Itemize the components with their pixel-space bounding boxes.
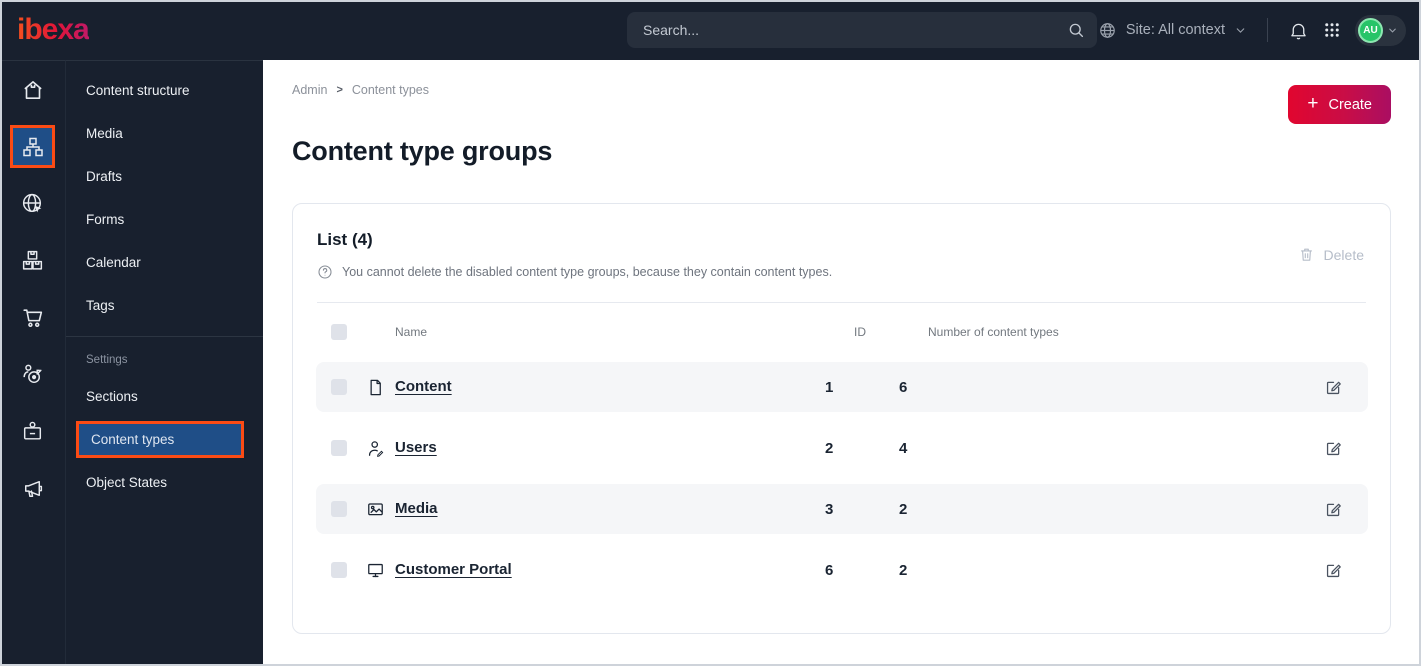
avatar: AU xyxy=(1358,17,1383,43)
corporate-badge-icon xyxy=(10,410,55,453)
create-button-label: Create xyxy=(1328,96,1372,113)
group-count: 2 xyxy=(899,561,908,579)
group-link-media[interactable]: Media xyxy=(395,500,438,517)
delete-button-label: Delete xyxy=(1323,246,1364,263)
group-id: 3 xyxy=(825,500,834,518)
search-icon[interactable] xyxy=(1067,21,1085,39)
card-divider xyxy=(317,302,1366,303)
products-boxes-icon xyxy=(10,239,55,282)
chevron-down-icon xyxy=(1234,24,1247,37)
rail-personalization[interactable] xyxy=(0,346,65,403)
rail-commerce[interactable] xyxy=(0,289,65,346)
group-id: 1 xyxy=(825,378,834,396)
group-id: 6 xyxy=(825,561,834,579)
marketing-megaphone-icon xyxy=(10,467,55,510)
info-note-text: You cannot delete the disabled content t… xyxy=(342,265,833,279)
info-note: You cannot delete the disabled content t… xyxy=(317,264,832,280)
rail-products[interactable] xyxy=(0,232,65,289)
global-search xyxy=(627,12,1097,48)
table-row: Media 3 2 xyxy=(316,484,1368,534)
group-link-customer-portal[interactable]: Customer Portal xyxy=(395,561,512,578)
notifications-bell-icon[interactable] xyxy=(1288,20,1309,41)
row-checkbox[interactable] xyxy=(331,440,347,456)
rail-content-structure[interactable] xyxy=(0,118,65,175)
group-count: 4 xyxy=(899,439,908,457)
list-title: List (4) xyxy=(317,230,373,249)
image-icon xyxy=(366,500,386,519)
row-checkbox[interactable] xyxy=(331,562,347,578)
rail-home[interactable] xyxy=(0,61,65,118)
group-link-users[interactable]: Users xyxy=(395,439,437,456)
home-icon xyxy=(10,68,55,111)
table-row: Content 1 6 xyxy=(316,362,1368,412)
sidebar-item-sections[interactable]: Sections xyxy=(66,375,263,418)
topbar-right-controls: Site: All context AU xyxy=(1098,0,1406,60)
sidebar-section-settings: Settings xyxy=(86,354,128,366)
plus-icon: + xyxy=(1307,93,1319,114)
topbar-divider xyxy=(1267,18,1268,42)
breadcrumb-content-types: Content types xyxy=(351,83,430,97)
rail-marketing[interactable] xyxy=(0,460,65,517)
table-row: Users 2 4 xyxy=(316,423,1368,473)
edit-icon[interactable] xyxy=(1324,378,1344,397)
file-icon xyxy=(366,378,386,397)
column-header-name: Name xyxy=(395,325,428,339)
main-content: Admin > Content types + Create Content t… xyxy=(263,60,1421,666)
commerce-cart-icon xyxy=(10,296,55,339)
site-globe-icon xyxy=(10,182,55,225)
globe-icon xyxy=(1098,21,1117,40)
sidebar-item-content-structure[interactable]: Content structure xyxy=(66,69,263,112)
delete-button[interactable]: Delete xyxy=(1298,246,1364,263)
breadcrumb: Admin > Content types xyxy=(292,83,429,97)
trash-icon xyxy=(1298,246,1315,263)
column-header-count: Number of content types xyxy=(928,325,1059,339)
row-checkbox[interactable] xyxy=(331,501,347,517)
apps-grid-icon[interactable] xyxy=(1323,21,1341,39)
group-id: 2 xyxy=(825,439,834,457)
group-count: 6 xyxy=(899,378,908,396)
table-body: Content 1 6 Users 2 4 Media 3 2 Customer… xyxy=(316,362,1368,606)
icon-rail xyxy=(0,60,65,666)
sidebar-item-tags[interactable]: Tags xyxy=(66,284,263,327)
sidebar-menu: Content structure Media Drafts Forms Cal… xyxy=(65,60,263,666)
list-card: List (4) You cannot delete the disabled … xyxy=(292,203,1391,634)
sidebar-item-calendar[interactable]: Calendar xyxy=(66,241,263,284)
sidebar-item-drafts[interactable]: Drafts xyxy=(66,155,263,198)
sidebar-item-forms[interactable]: Forms xyxy=(66,198,263,241)
ibexa-logo: ibexa xyxy=(17,13,90,46)
edit-icon[interactable] xyxy=(1324,500,1344,519)
breadcrumb-separator: > xyxy=(336,84,343,96)
rail-corporate[interactable] xyxy=(0,403,65,460)
sidebar-item-content-types[interactable]: Content types xyxy=(76,421,244,458)
table-header: Name ID Number of content types xyxy=(316,310,1368,354)
content-structure-sitemap-icon xyxy=(10,125,55,168)
site-context-label: Site: All context xyxy=(1125,22,1225,38)
select-all-checkbox[interactable] xyxy=(331,324,347,340)
breadcrumb-admin[interactable]: Admin xyxy=(292,83,327,97)
monitor-icon xyxy=(366,561,386,580)
edit-icon[interactable] xyxy=(1324,439,1344,458)
column-header-id: ID xyxy=(854,325,866,339)
personalization-target-icon xyxy=(10,353,55,396)
sidebar-item-media[interactable]: Media xyxy=(66,112,263,155)
sidebar-item-object-states[interactable]: Object States xyxy=(66,461,263,504)
page-title: Content type groups xyxy=(292,136,553,166)
rail-site[interactable] xyxy=(0,175,65,232)
row-checkbox[interactable] xyxy=(331,379,347,395)
edit-icon[interactable] xyxy=(1324,561,1344,580)
sidebar-divider xyxy=(66,336,263,337)
create-button[interactable]: + Create xyxy=(1288,85,1391,124)
chevron-down-icon xyxy=(1387,25,1398,36)
topbar: ibexa Site: All context AU xyxy=(0,0,1421,60)
user-icon xyxy=(366,439,386,458)
site-context-selector[interactable]: Site: All context xyxy=(1098,21,1247,40)
group-count: 2 xyxy=(899,500,908,518)
user-menu[interactable]: AU xyxy=(1355,14,1406,46)
table-row: Customer Portal 6 2 xyxy=(316,545,1368,595)
help-circle-icon xyxy=(317,264,333,280)
search-input[interactable] xyxy=(627,22,1067,38)
group-link-content[interactable]: Content xyxy=(395,378,452,395)
